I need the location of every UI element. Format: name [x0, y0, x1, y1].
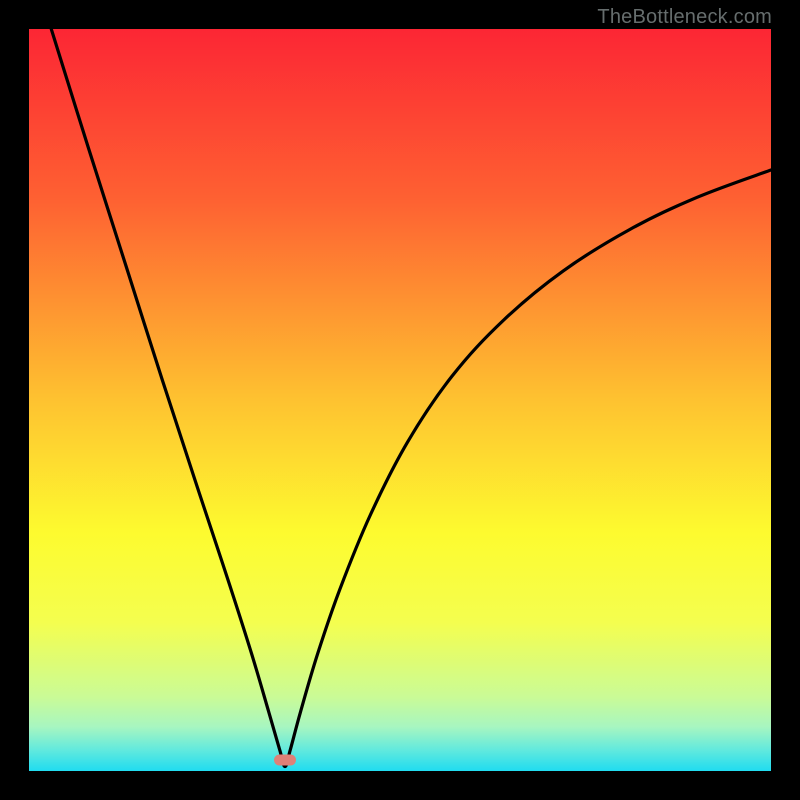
plot-area — [29, 29, 771, 771]
minimum-marker — [274, 754, 296, 765]
bottleneck-curve — [29, 29, 771, 771]
chart-stage: TheBottleneck.com — [0, 0, 800, 800]
watermark-text: TheBottleneck.com — [597, 6, 772, 29]
